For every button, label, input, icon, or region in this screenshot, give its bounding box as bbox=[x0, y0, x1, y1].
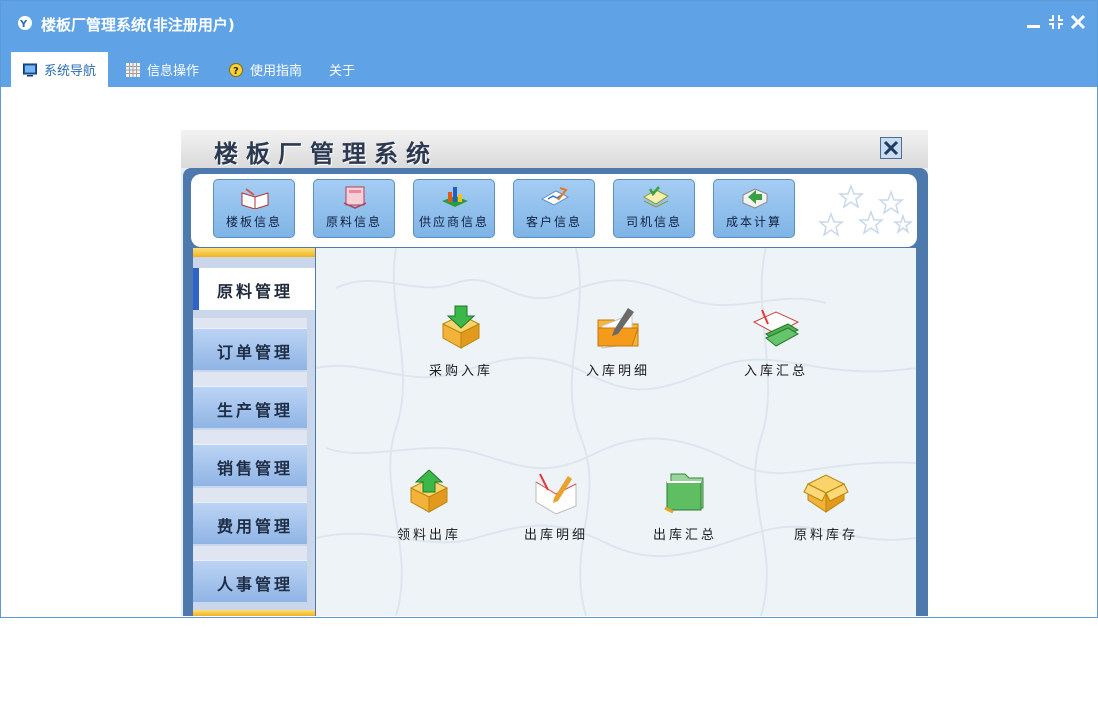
toolbar-label: 成本计算 bbox=[725, 215, 782, 229]
box-up-arrow-icon bbox=[409, 469, 449, 513]
sidebar-accent-bar bbox=[193, 610, 315, 616]
box-down-arrow-icon bbox=[441, 305, 481, 349]
book-pen-icon bbox=[752, 309, 800, 347]
sidebar-item-order-management[interactable]: 订单管理 bbox=[193, 328, 307, 370]
folder-arrow-icon bbox=[742, 188, 768, 209]
sidebar-item-label: 销售管理 bbox=[217, 459, 294, 478]
tab-about[interactable]: 关于 bbox=[329, 52, 355, 87]
grid-icon bbox=[126, 62, 140, 77]
tab-label: 使用指南 bbox=[250, 64, 303, 79]
menu-bar: 系统导航 信息操作 ? 使用指南 关于 bbox=[1, 45, 1097, 87]
module-toolbar: 楼板信息 原料信息 供应商信息 客户信息 司机信息 成本计算 bbox=[191, 174, 917, 247]
notebook-pen-icon bbox=[535, 473, 577, 515]
item-purchase-inbound[interactable]: 采购入库 bbox=[411, 304, 511, 384]
sidebar-item-personnel-management[interactable]: 人事管理 bbox=[193, 560, 307, 602]
toolbar-label: 客户信息 bbox=[525, 215, 582, 229]
module-content: 采购入库 入库明细 入库汇总 领料出库 出库明细 出库汇总 原料库存 bbox=[316, 248, 916, 616]
sidebar-accent-bar bbox=[193, 248, 315, 257]
panel-header: 楼板厂管理系统 bbox=[181, 130, 928, 168]
check-paper-icon bbox=[643, 186, 669, 208]
navigation-panel: 楼板厂管理系统 楼板信息 原料信息 供应商信息 客户信息 司机信息 成本计算 原… bbox=[181, 130, 928, 616]
toolbar-label: 楼板信息 bbox=[225, 215, 282, 229]
item-label: 出库明细 bbox=[523, 528, 588, 543]
item-material-outbound[interactable]: 领料出库 bbox=[379, 468, 479, 548]
toolbar-supplier-info-button[interactable]: 供应商信息 bbox=[413, 179, 495, 238]
box-icon bbox=[803, 474, 849, 513]
close-icon[interactable] bbox=[1069, 13, 1087, 31]
item-material-stock[interactable]: 原料库存 bbox=[776, 468, 876, 548]
sidebar-item-label: 订单管理 bbox=[217, 343, 294, 362]
book-icon bbox=[241, 188, 269, 209]
item-label: 采购入库 bbox=[428, 364, 493, 379]
sidebar-item-sales-management[interactable]: 销售管理 bbox=[193, 444, 307, 486]
tab-user-guide[interactable]: ? 使用指南 bbox=[229, 52, 302, 87]
chart-bars-icon bbox=[442, 187, 468, 207]
folder-pen-icon bbox=[597, 308, 639, 349]
graph-pencil-icon bbox=[540, 187, 570, 206]
tab-label: 系统导航 bbox=[44, 64, 97, 79]
item-label: 领料出库 bbox=[396, 528, 461, 543]
panel-close-button[interactable] bbox=[880, 137, 902, 159]
sidebar-item-label: 生产管理 bbox=[217, 401, 294, 420]
toolbar-label: 原料信息 bbox=[325, 215, 382, 229]
sidebar-item-material-management[interactable]: 原料管理 bbox=[193, 268, 315, 310]
item-outbound-summary[interactable]: 出库汇总 bbox=[635, 468, 735, 548]
panel-title: 楼板厂管理系统 bbox=[214, 139, 438, 168]
title-bar: Y 楼板厂管理系统(非注册用户) bbox=[1, 1, 1097, 45]
sidebar-item-expense-management[interactable]: 费用管理 bbox=[193, 502, 307, 544]
tab-system-navigation[interactable]: 系统导航 bbox=[11, 52, 108, 87]
item-inbound-summary[interactable]: 入库汇总 bbox=[726, 304, 826, 384]
toolbar-driver-info-button[interactable]: 司机信息 bbox=[613, 179, 695, 238]
tab-info-operation[interactable]: 信息操作 bbox=[126, 52, 199, 87]
svg-text:?: ? bbox=[233, 66, 239, 77]
toolbar-floor-info-button[interactable]: 楼板信息 bbox=[213, 179, 295, 238]
document-stack-icon bbox=[343, 186, 367, 209]
item-label: 入库汇总 bbox=[743, 364, 808, 379]
toolbar-customer-info-button[interactable]: 客户信息 bbox=[513, 179, 595, 238]
monitor-icon bbox=[23, 63, 37, 76]
svg-text:Y: Y bbox=[19, 19, 28, 30]
sidebar-item-label: 人事管理 bbox=[217, 575, 294, 594]
sidebar-item-label: 原料管理 bbox=[217, 282, 294, 301]
item-inbound-details[interactable]: 入库明细 bbox=[568, 304, 668, 384]
window-title: 楼板厂管理系统(非注册用户) bbox=[41, 16, 235, 34]
help-icon: ? bbox=[229, 62, 243, 77]
toolbar-label: 司机信息 bbox=[625, 215, 682, 229]
item-outbound-details[interactable]: 出库明细 bbox=[506, 468, 606, 548]
toolbar-material-info-button[interactable]: 原料信息 bbox=[313, 179, 395, 238]
app-logo-icon: Y bbox=[18, 16, 32, 30]
restore-icon[interactable] bbox=[1047, 13, 1065, 31]
sidebar-item-label: 费用管理 bbox=[217, 517, 294, 536]
item-label: 入库明细 bbox=[585, 364, 650, 379]
close-icon bbox=[883, 140, 899, 156]
sidebar-item-production-management[interactable]: 生产管理 bbox=[193, 386, 307, 428]
toolbar-label: 供应商信息 bbox=[418, 215, 489, 229]
module-sidebar: 原料管理 订单管理 生产管理 销售管理 费用管理 人事管理 bbox=[193, 248, 315, 616]
item-label: 原料库存 bbox=[793, 528, 858, 543]
stars-decoration bbox=[817, 183, 914, 237]
tab-label: 信息操作 bbox=[147, 64, 200, 79]
tab-label: 关于 bbox=[329, 64, 356, 79]
minimize-icon[interactable] bbox=[1025, 13, 1043, 31]
toolbar-cost-calculation-button[interactable]: 成本计算 bbox=[713, 179, 795, 238]
item-label: 出库汇总 bbox=[652, 528, 717, 543]
green-folder-icon bbox=[664, 473, 704, 514]
